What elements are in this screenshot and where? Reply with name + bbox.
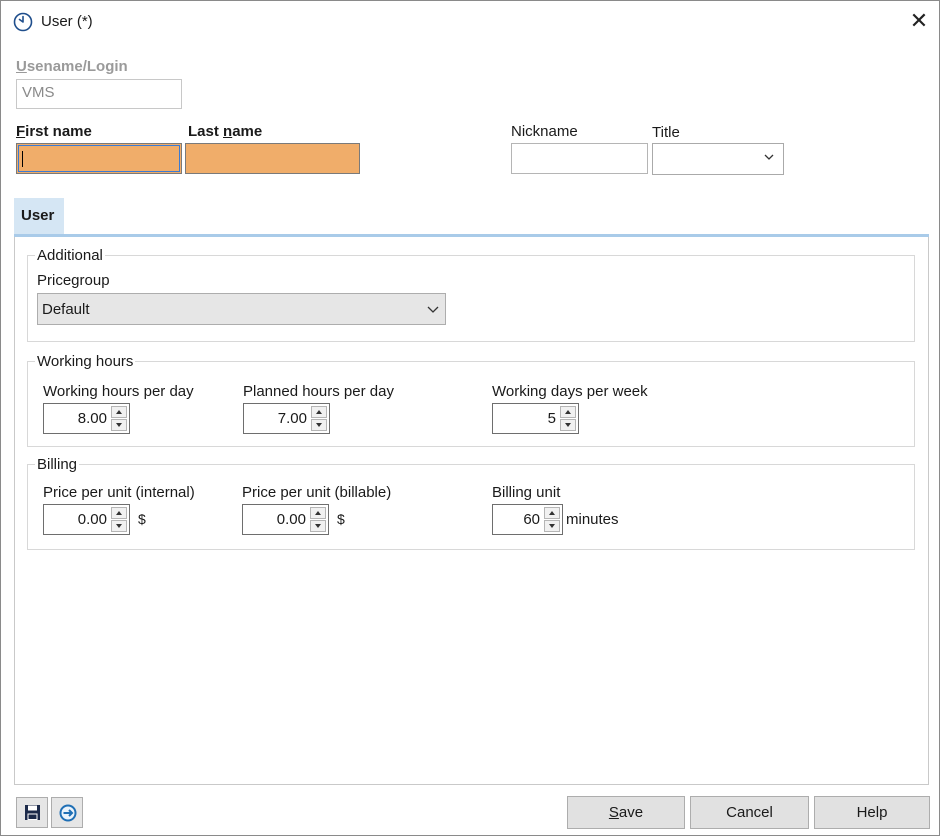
hours-per-day-value: 8.00 <box>77 410 107 427</box>
decrement-button[interactable] <box>560 419 576 431</box>
stepper-buttons <box>311 406 327 431</box>
additional-group-title: Additional <box>35 247 105 264</box>
first-name-label: First name <box>16 123 92 140</box>
arrow-down-icon <box>565 423 571 427</box>
stepper-buttons <box>560 406 576 431</box>
text-caret <box>22 151 23 167</box>
arrow-up-icon <box>565 410 571 414</box>
working-hours-group-title: Working hours <box>35 353 136 370</box>
clock-icon <box>13 12 33 32</box>
username-label: Usename/Login <box>16 58 128 75</box>
floppy-disk-icon <box>25 805 40 820</box>
billing-unit-label: Billing unit <box>492 484 561 501</box>
title-label: Title <box>652 124 680 141</box>
billing-group <box>27 464 915 550</box>
arrow-down-icon <box>315 524 321 528</box>
stepper-buttons <box>544 507 560 532</box>
decrement-button[interactable] <box>310 520 326 532</box>
days-per-week-value: 5 <box>547 410 556 427</box>
increment-button[interactable] <box>544 507 560 519</box>
title-dropdown[interactable] <box>652 143 784 175</box>
last-name-accel: n <box>223 123 233 140</box>
pricegroup-dropdown[interactable]: Default <box>37 293 446 325</box>
pricegroup-value: Default <box>42 301 90 318</box>
decrement-button[interactable] <box>311 419 327 431</box>
price-internal-stepper[interactable]: 0.00 <box>43 504 130 535</box>
working-hours-group <box>27 361 915 447</box>
username-label-accel: U <box>16 58 27 75</box>
stepper-buttons <box>310 507 326 532</box>
username-label-text: sename/Login <box>26 58 128 75</box>
increment-button[interactable] <box>111 507 127 519</box>
billing-group-title: Billing <box>35 456 80 473</box>
help-button[interactable]: Help <box>814 796 930 829</box>
refresh-icon-button[interactable] <box>51 797 83 828</box>
last-name-label-b: ame <box>232 123 263 140</box>
tab-user-label: User <box>21 207 55 224</box>
first-name-field[interactable] <box>16 143 182 174</box>
nickname-field[interactable] <box>511 143 648 174</box>
user-dialog: User (*) ✕ Usename/Login VMS First name … <box>0 0 940 836</box>
planned-hours-stepper[interactable]: 7.00 <box>243 403 330 434</box>
billing-unit-value: 60 <box>523 511 540 528</box>
increment-button[interactable] <box>560 406 576 418</box>
first-name-accel: F <box>16 123 26 140</box>
stepper-buttons <box>111 507 127 532</box>
save-button[interactable]: Save <box>567 796 685 829</box>
billing-unit-suffix: minutes <box>566 511 619 528</box>
save-label-rest: ave <box>618 804 644 821</box>
increment-button[interactable] <box>111 406 127 418</box>
arrow-down-icon <box>316 423 322 427</box>
arrow-down-icon <box>116 423 122 427</box>
arrow-up-icon <box>316 410 322 414</box>
refresh-arrow-icon <box>59 804 77 822</box>
username-field[interactable]: VMS <box>16 79 182 109</box>
planned-hours-label: Planned hours per day <box>243 383 394 400</box>
first-name-label-text: irst name <box>25 123 92 140</box>
window-title: User (*) <box>41 13 93 30</box>
chevron-down-icon <box>764 154 774 160</box>
days-per-week-label: Working days per week <box>492 383 648 400</box>
decrement-button[interactable] <box>544 520 560 532</box>
price-billable-label: Price per unit (billable) <box>242 484 392 501</box>
increment-button[interactable] <box>311 406 327 418</box>
decrement-button[interactable] <box>111 520 127 532</box>
price-billable-stepper[interactable]: 0.00 <box>242 504 329 535</box>
hours-per-day-label: Working hours per day <box>43 383 194 400</box>
save-icon-button[interactable] <box>16 797 48 828</box>
last-name-label-a: Last <box>188 123 224 140</box>
price-billable-value: 0.00 <box>276 511 306 528</box>
save-accel: S <box>608 804 619 821</box>
pricegroup-label: Pricegroup <box>37 272 110 289</box>
planned-hours-value: 7.00 <box>277 410 307 427</box>
increment-button[interactable] <box>310 507 326 519</box>
arrow-down-icon <box>549 524 555 528</box>
arrow-down-icon <box>116 524 122 528</box>
days-per-week-stepper[interactable]: 5 <box>492 403 579 434</box>
chevron-down-icon <box>427 306 439 313</box>
tab-user[interactable]: User <box>14 198 64 234</box>
arrow-up-icon <box>116 410 122 414</box>
arrow-up-icon <box>315 511 321 515</box>
cancel-button[interactable]: Cancel <box>690 796 809 829</box>
hours-per-day-stepper[interactable]: 8.00 <box>43 403 130 434</box>
last-name-label: Last name <box>188 123 262 140</box>
billing-unit-stepper[interactable]: 60 <box>492 504 563 535</box>
price-internal-label: Price per unit (internal) <box>43 484 195 501</box>
arrow-up-icon <box>116 511 122 515</box>
currency-label: $ <box>337 511 345 527</box>
last-name-field[interactable] <box>185 143 360 174</box>
decrement-button[interactable] <box>111 419 127 431</box>
nickname-label: Nickname <box>511 123 578 140</box>
price-internal-value: 0.00 <box>77 511 107 528</box>
close-icon[interactable]: ✕ <box>905 7 933 35</box>
arrow-up-icon <box>549 511 555 515</box>
stepper-buttons <box>111 406 127 431</box>
currency-label: $ <box>138 511 146 527</box>
